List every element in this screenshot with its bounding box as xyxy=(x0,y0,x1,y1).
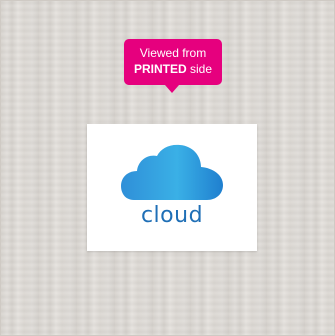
viewed-from-tooltip: Viewed from PRINTED side xyxy=(124,39,222,85)
printed-label: cloud xyxy=(87,124,257,251)
wood-background: Viewed from PRINTED side cloud xyxy=(0,0,335,336)
tooltip-line-1: Viewed from xyxy=(139,46,207,60)
tooltip-arrow xyxy=(165,85,179,93)
tooltip-line-2-rest: side xyxy=(186,62,213,76)
tooltip-bold-word: PRINTED xyxy=(133,62,187,76)
brand-name: cloud xyxy=(140,203,204,228)
cloud-icon xyxy=(121,144,223,200)
tooltip-line-2: PRINTED side xyxy=(124,61,222,77)
